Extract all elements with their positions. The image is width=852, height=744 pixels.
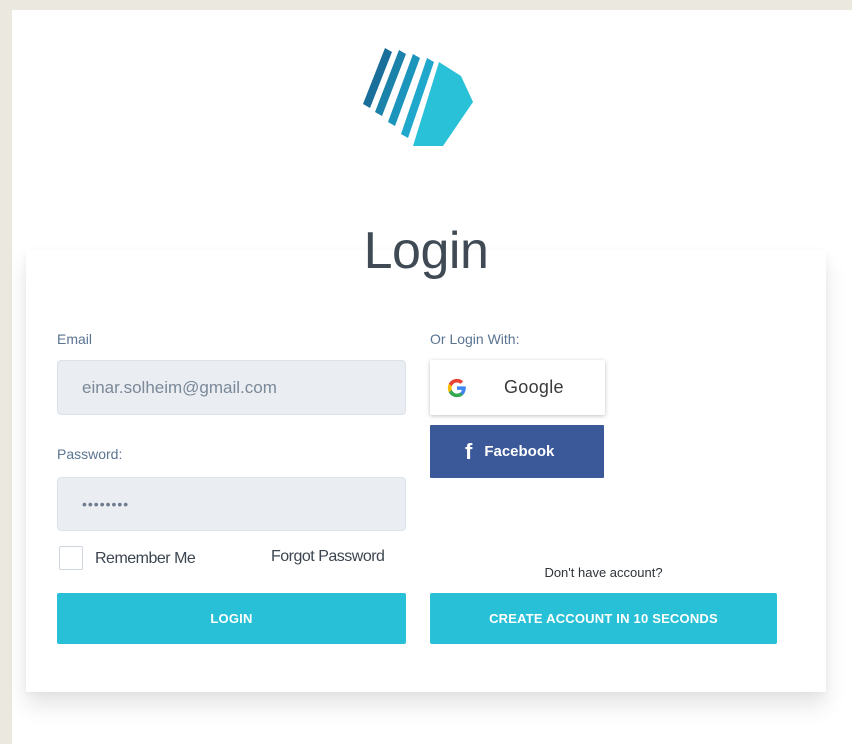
google-icon (447, 378, 466, 397)
password-value: •••••••• (82, 496, 130, 512)
email-label: Email (57, 331, 93, 347)
google-label: Google (504, 377, 564, 397)
no-account-text: Don't have account? (544, 565, 663, 580)
create-account-button[interactable]: CREATE ACCOUNT IN 10 SECONDS (430, 593, 777, 644)
create-account-label: CREATE ACCOUNT IN 10 SECONDS (489, 611, 718, 626)
social-heading: Or Login With: (430, 331, 520, 347)
facebook-icon: f (465, 438, 473, 464)
facebook-label: Facebook (484, 443, 555, 460)
stacked-pages-logo-icon (363, 48, 473, 146)
login-button-label: LOGIN (210, 611, 253, 626)
login-button[interactable]: LOGIN (57, 593, 406, 644)
password-label: Password: (57, 446, 123, 462)
remember-label[interactable]: Remember Me (95, 550, 196, 568)
page-title: Login (363, 222, 489, 280)
facebook-login-button[interactable]: f Facebook (430, 425, 604, 478)
google-login-button[interactable]: Google (430, 360, 605, 415)
email-field[interactable]: einar.solheim@gmail.com (57, 360, 406, 415)
password-field[interactable]: •••••••• (57, 477, 406, 531)
remember-checkbox[interactable] (59, 546, 83, 570)
email-value: einar.solheim@gmail.com (82, 377, 277, 397)
forgot-password-link[interactable]: Forgot Password (271, 548, 385, 566)
